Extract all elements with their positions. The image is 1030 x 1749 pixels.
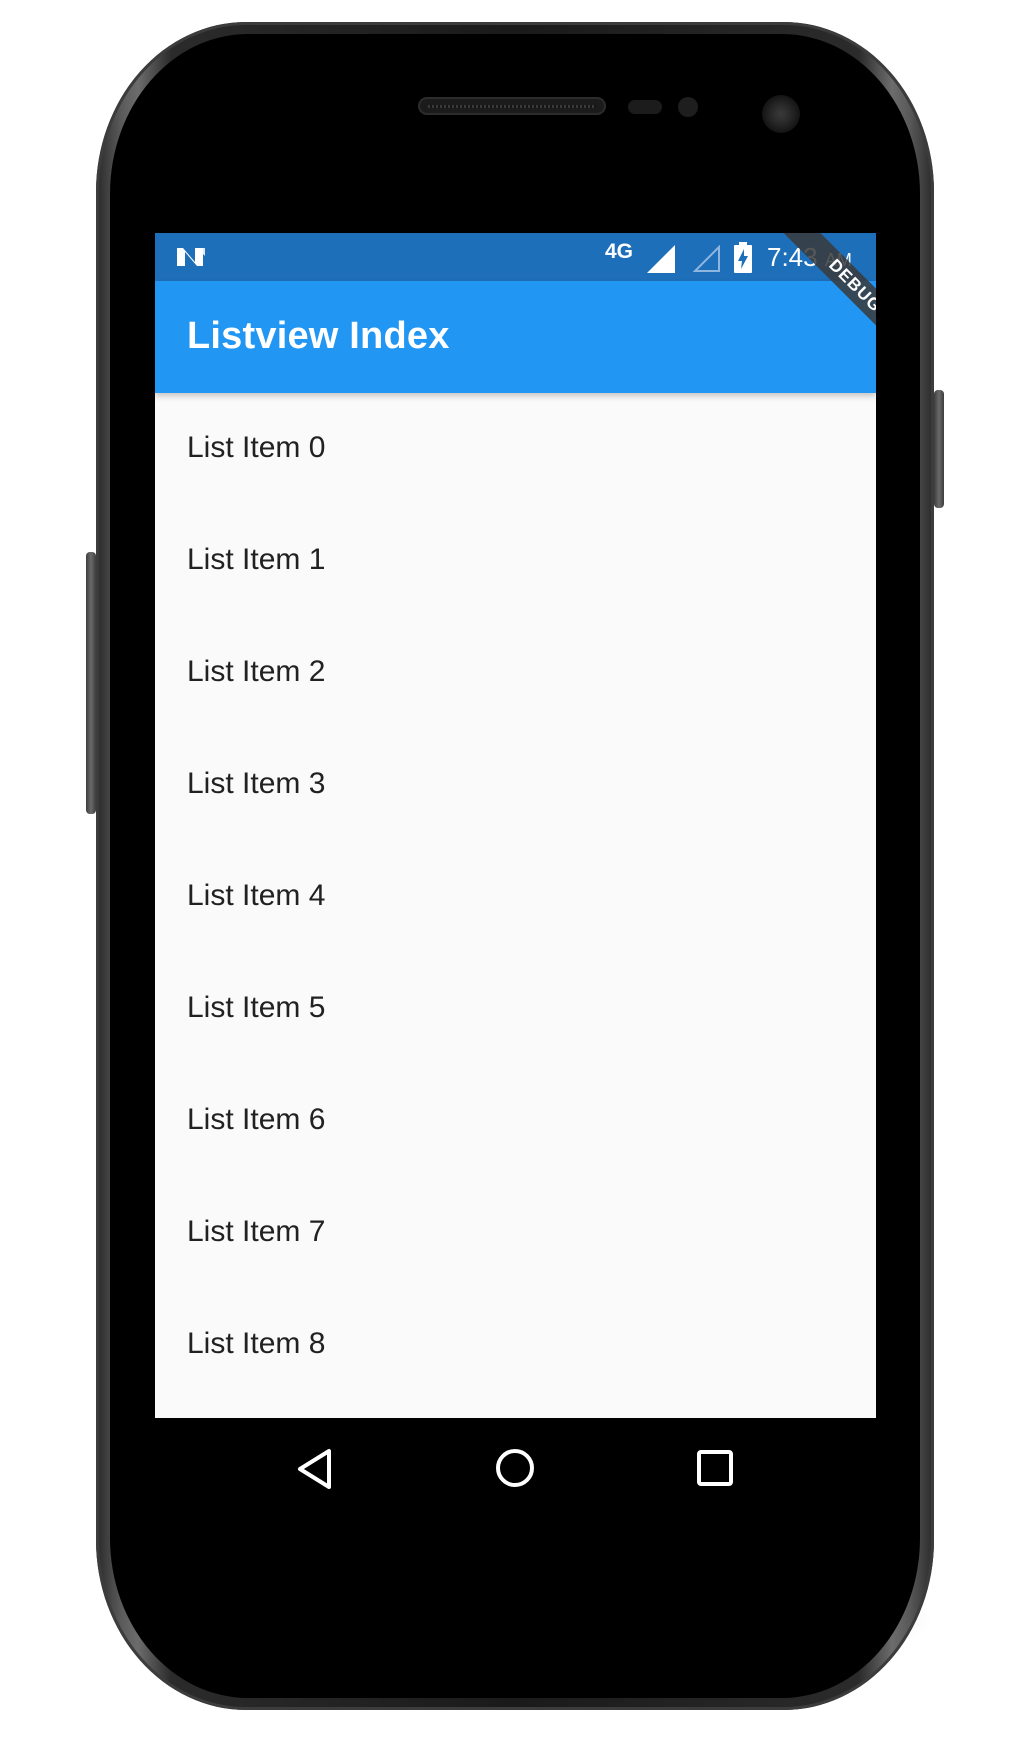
list-view[interactable]: List Item 0 List Item 1 List Item 2 List… — [155, 393, 876, 1401]
list-item-label: List Item 4 — [187, 879, 326, 912]
list-item-label: List Item 0 — [187, 431, 326, 464]
app-bar: Listview Index — [155, 281, 876, 393]
earpiece-speaker — [418, 97, 606, 115]
list-item[interactable]: List Item 8 — [155, 1289, 876, 1401]
signal-empty-icon — [693, 245, 720, 272]
screen: 4G 7:43 AM Listview Index DEBUG List Ite… — [155, 233, 876, 1418]
n-logo-icon — [177, 248, 205, 266]
light-sensor — [678, 97, 698, 117]
list-item-label: List Item 8 — [187, 1327, 326, 1360]
battery-charging-icon — [734, 242, 752, 273]
list-item[interactable]: List Item 2 — [155, 617, 876, 729]
network-type-label: 4G — [605, 240, 634, 263]
page-title: Listview Index — [187, 315, 450, 357]
signal-icon — [647, 245, 675, 273]
list-item-label: List Item 3 — [187, 767, 326, 800]
power-button — [934, 390, 944, 508]
recents-icon[interactable] — [696, 1449, 734, 1487]
volume-button — [86, 552, 96, 814]
list-item-label: List Item 6 — [187, 1103, 326, 1136]
list-item[interactable]: List Item 3 — [155, 729, 876, 841]
back-icon[interactable] — [295, 1447, 335, 1491]
list-item[interactable]: List Item 1 — [155, 505, 876, 617]
proximity-sensor — [628, 100, 662, 114]
list-item-label: List Item 7 — [187, 1215, 326, 1248]
list-item-label: List Item 5 — [187, 991, 326, 1024]
list-item-label: List Item 1 — [187, 543, 326, 576]
list-item[interactable]: List Item 5 — [155, 953, 876, 1065]
list-item[interactable]: List Item 6 — [155, 1065, 876, 1177]
front-camera — [762, 95, 800, 133]
list-item[interactable]: List Item 0 — [155, 393, 876, 505]
home-icon[interactable] — [494, 1447, 536, 1489]
list-item[interactable]: List Item 7 — [155, 1177, 876, 1289]
list-item-label: List Item 2 — [187, 655, 326, 688]
list-item[interactable]: List Item 4 — [155, 841, 876, 953]
status-bar: 4G 7:43 AM — [155, 233, 876, 281]
